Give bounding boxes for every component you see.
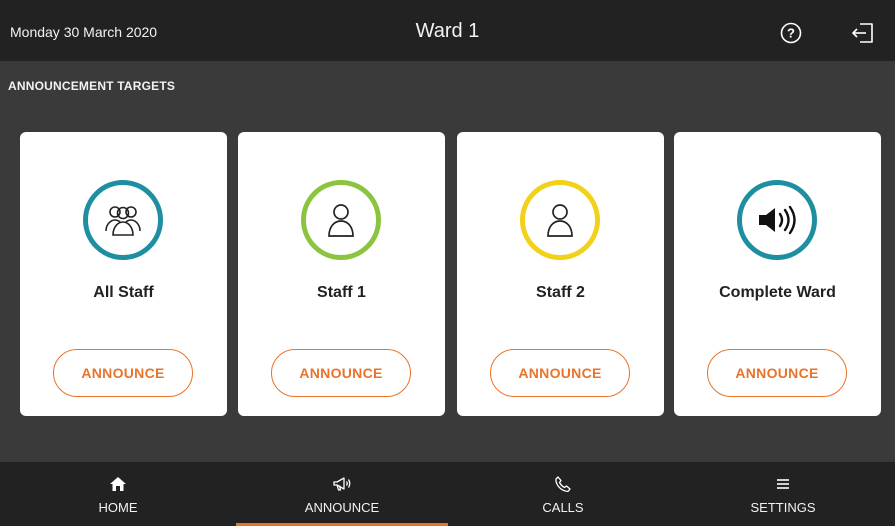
- target-card-complete-ward: Complete Ward ANNOUNCE: [674, 132, 881, 416]
- menu-icon: [777, 479, 789, 489]
- nav-label: ANNOUNCE: [304, 500, 380, 515]
- question-circle-icon: ?: [780, 22, 802, 44]
- home-icon: [110, 477, 126, 491]
- announce-button-all-staff[interactable]: ANNOUNCE: [53, 349, 193, 397]
- target-icon-ring: [520, 180, 600, 260]
- target-card-staff-2: Staff 2 ANNOUNCE: [457, 132, 664, 416]
- target-icon-ring: [83, 180, 163, 260]
- speaker-icon: [759, 205, 796, 235]
- target-icon-ring: [301, 180, 381, 260]
- bottom-nav: HOME ANNOUNCE CALLS SETTINGS: [0, 462, 895, 526]
- target-card-all-staff: All Staff ANNOUNCE: [20, 132, 227, 416]
- nav-calls[interactable]: CALLS: [451, 462, 675, 526]
- target-icon-ring: [737, 180, 817, 260]
- group-icon: [105, 206, 141, 236]
- announce-button-complete-ward[interactable]: ANNOUNCE: [707, 349, 847, 397]
- phone-icon: [555, 476, 571, 493]
- target-card-staff-1: Staff 1 ANNOUNCE: [238, 132, 445, 416]
- logout-icon: [852, 23, 873, 43]
- section-title: ANNOUNCEMENT TARGETS: [8, 79, 176, 93]
- nav-label: HOME: [98, 500, 138, 515]
- nav-settings[interactable]: SETTINGS: [671, 462, 895, 526]
- target-name: Staff 1: [317, 284, 366, 301]
- person-icon: [547, 204, 573, 237]
- target-name: Complete Ward: [719, 284, 836, 301]
- help-button[interactable]: ?: [780, 22, 802, 44]
- top-bar: Monday 30 March 2020 Ward 1 ?: [0, 0, 895, 61]
- person-icon: [328, 204, 354, 237]
- nav-label: SETTINGS: [750, 500, 816, 515]
- megaphone-icon: [333, 477, 351, 491]
- svg-text:?: ?: [787, 26, 795, 41]
- target-name: All Staff: [93, 284, 154, 301]
- nav-label: CALLS: [542, 500, 584, 515]
- nav-home[interactable]: HOME: [6, 462, 230, 526]
- nav-announce[interactable]: ANNOUNCE: [230, 462, 454, 526]
- announce-button-staff-1[interactable]: ANNOUNCE: [271, 349, 411, 397]
- announce-button-staff-2[interactable]: ANNOUNCE: [490, 349, 630, 397]
- logout-button[interactable]: [851, 22, 875, 44]
- page-title: Ward 1: [415, 20, 480, 42]
- target-name: Staff 2: [536, 284, 585, 301]
